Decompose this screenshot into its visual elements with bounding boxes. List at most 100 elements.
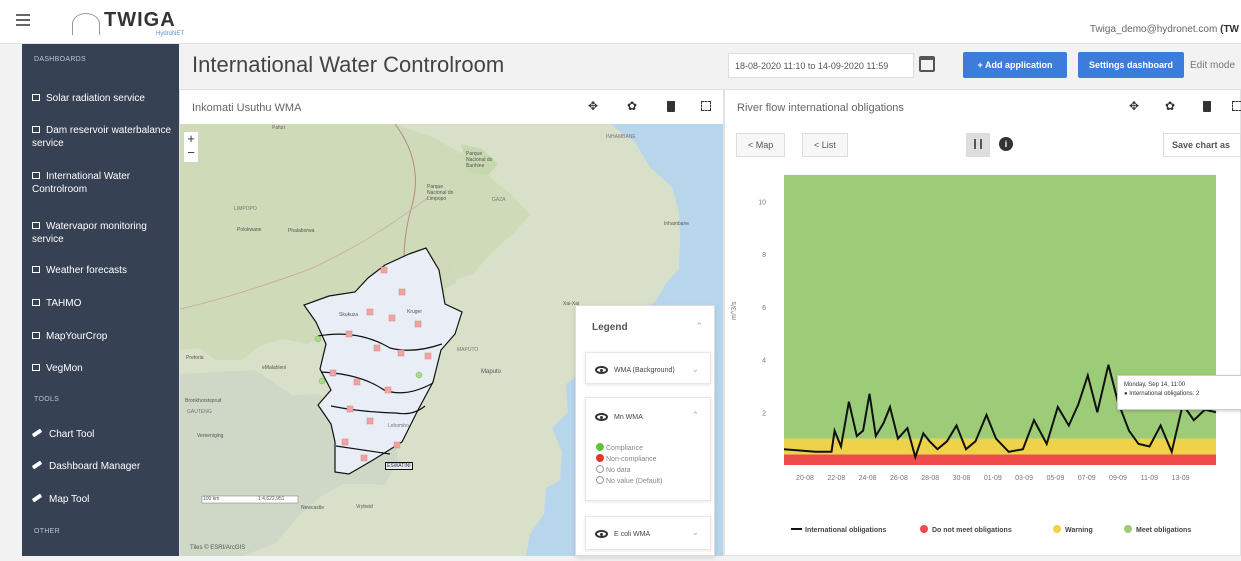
legend-layer-background[interactable]: WMA (Background) ⌄ [585, 352, 711, 384]
chart-legend-label[interactable]: Meet obligations [1136, 527, 1191, 534]
legend-item-compliance: Compliance [596, 443, 643, 452]
sidebar-item-weather-forecasts[interactable]: Weather forecasts [32, 264, 174, 277]
chart-legend-label[interactable]: Do not meet obligations [932, 527, 1012, 534]
chart-view-button[interactable] [966, 133, 990, 157]
user-suffix: (TW [1220, 24, 1239, 35]
chevron-up-icon[interactable]: ⌃ [695, 321, 703, 332]
x-tick-label: 24-08 [859, 475, 877, 482]
chart-legend-label[interactable]: Warning [1065, 527, 1093, 534]
sidebar-item-label: Solar radiation service [46, 93, 145, 104]
eye-icon[interactable] [595, 413, 608, 421]
zoom-in-button[interactable]: + [184, 132, 198, 146]
zoom-control[interactable]: + − [184, 132, 198, 162]
sidebar-item-dam-reservoir[interactable]: Dam reservoir waterbalance service [32, 124, 174, 150]
chevron-up-icon[interactable]: ⌃ [691, 410, 699, 421]
station-point[interactable] [388, 314, 396, 322]
tooltip-series: ● International obligations: 2 [1124, 391, 1200, 397]
compliance-marker[interactable] [318, 377, 326, 385]
sidebar-item-mapyourcrop[interactable]: MapYourCrop [32, 330, 174, 343]
date-range-input[interactable]: 18-08-2020 11:10 to 14-09-2020 11:59 [728, 53, 914, 78]
legend-layer-label: WMA (Background) [614, 367, 675, 374]
station-point[interactable] [373, 344, 381, 352]
station-point[interactable] [414, 320, 422, 328]
station-point[interactable] [346, 405, 354, 413]
calendar-icon[interactable] [919, 56, 935, 72]
station-point[interactable] [398, 288, 406, 296]
gear-icon[interactable] [627, 99, 639, 113]
map-place-label: Vereeniging [197, 433, 224, 439]
map-place-label: Parque Nacional do Limpopo [427, 184, 454, 202]
sidebar-item-chart-tool[interactable]: Chart Tool [31, 428, 174, 441]
y-tick-label: 8 [762, 252, 766, 259]
sidebar-item-international-water[interactable]: International Water Controlroom [32, 170, 174, 196]
compliance-marker[interactable] [415, 371, 423, 379]
eye-icon[interactable] [595, 366, 608, 374]
chevron-down-icon[interactable]: ⌄ [691, 527, 699, 538]
station-point[interactable] [329, 369, 337, 377]
sidebar-item-map-tool[interactable]: Map Tool [31, 493, 174, 506]
map-button[interactable]: < Map [736, 133, 786, 157]
save-chart-button[interactable]: Save chart as [1163, 133, 1241, 157]
chevron-down-icon[interactable]: ⌄ [691, 364, 699, 375]
edit-mode-toggle[interactable]: Edit mode [1190, 60, 1235, 71]
station-point[interactable] [380, 266, 388, 274]
dashboard-icon [32, 94, 40, 101]
dashboard-icon [32, 364, 40, 371]
station-point[interactable] [366, 308, 374, 316]
sidebar-section-tools: TOOLS [34, 396, 60, 403]
dashboard-icon [32, 126, 40, 133]
station-point[interactable] [353, 378, 361, 386]
chart-legend-label[interactable]: International obligations [805, 527, 886, 534]
sidebar-item-label: TAHMO [46, 298, 82, 309]
settings-dashboard-button[interactable]: Settings dashboard [1078, 52, 1184, 78]
menu-icon[interactable] [16, 14, 30, 26]
station-point[interactable] [366, 417, 374, 425]
gear-icon[interactable] [1165, 99, 1177, 113]
station-point[interactable] [360, 454, 368, 462]
eye-icon[interactable] [595, 530, 608, 538]
logo-mark-icon [72, 13, 100, 35]
fullscreen-icon[interactable] [701, 101, 711, 111]
user-account[interactable]: Twiga_demo@hydronet.com (TW [1090, 24, 1239, 35]
wrench-icon [31, 493, 43, 503]
zoom-out-button[interactable]: − [184, 146, 198, 160]
sidebar-item-solar-radiation[interactable]: Solar radiation service [32, 92, 174, 105]
x-tick-label: 05-09 [1046, 475, 1064, 482]
map-place-label: Vryheid [356, 504, 373, 510]
add-application-button[interactable]: + Add application [963, 52, 1067, 78]
move-icon[interactable] [1129, 99, 1141, 113]
sidebar-item-label: International Water Controlroom [32, 171, 131, 195]
sidebar-item-tahmo[interactable]: TAHMO [32, 297, 174, 310]
station-point[interactable] [424, 352, 432, 360]
trash-icon[interactable] [667, 101, 675, 112]
dashboard-icon [32, 332, 40, 339]
move-icon[interactable] [588, 99, 600, 113]
compliance-marker[interactable] [314, 335, 322, 343]
fullscreen-icon[interactable] [1232, 101, 1241, 111]
sidebar-item-dashboard-manager[interactable]: Dashboard Manager [31, 460, 174, 473]
map-place-label: Lebombo [388, 423, 409, 429]
dashboard-icon [32, 172, 40, 179]
station-point[interactable] [384, 386, 392, 394]
x-tick-label: 20-08 [796, 475, 814, 482]
sidebar-section-dashboards: DASHBOARDS [34, 56, 87, 63]
y-tick-label: 4 [762, 358, 766, 365]
station-point[interactable] [345, 330, 353, 338]
x-tick-label: 30-08 [953, 475, 971, 482]
station-point[interactable] [393, 441, 401, 449]
sidebar-item-label: Dashboard Manager [49, 461, 141, 472]
station-point[interactable] [397, 349, 405, 357]
map-place-label: GAUTENG [187, 409, 212, 415]
legend-layer-mn-wma[interactable]: Mn WMA ⌃ Compliance Non-compliance No da… [585, 397, 711, 501]
station-point[interactable] [341, 438, 349, 446]
list-button[interactable]: < List [802, 133, 848, 157]
map-place-label: Phalaborwa [288, 228, 315, 234]
legend-layer-ecoli[interactable]: E coli WMA ⌄ [585, 516, 711, 550]
map-place-label: Kruger [407, 309, 423, 315]
sidebar-item-vegmon[interactable]: VegMon [32, 362, 174, 375]
y-tick-label: 10 [758, 199, 766, 206]
info-icon[interactable]: i [999, 137, 1013, 151]
sidebar-item-watervapor[interactable]: Watervapor monitoring service [32, 220, 174, 246]
logo-text: TWIGA [104, 9, 176, 31]
trash-icon[interactable] [1203, 101, 1211, 112]
